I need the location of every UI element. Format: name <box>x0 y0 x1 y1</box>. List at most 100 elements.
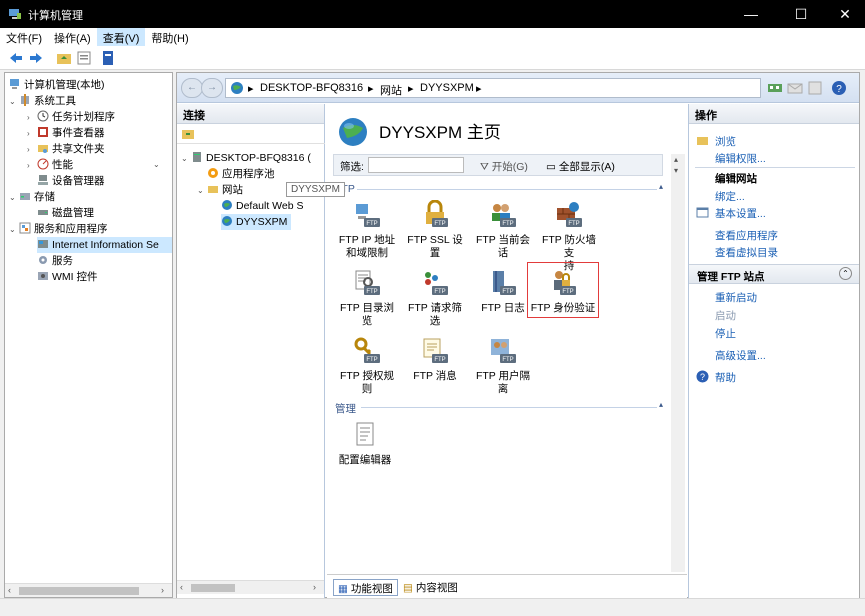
feature-ftp-request-filter[interactable]: FTP FTP 请求筛选 <box>403 268 467 328</box>
up-folder-icon[interactable] <box>56 50 72 66</box>
action-edit-permissions[interactable]: 编辑权限... <box>715 151 766 166</box>
feature-ftp-ip-restriction[interactable]: FTP FTP IP 地址 和域限制 <box>335 200 399 260</box>
tab-content-view[interactable]: ▤ 内容视图 <box>399 579 462 596</box>
tree-wmi[interactable]: WMI 控件 <box>37 269 98 285</box>
tree-performance[interactable]: › 性能 ⌄ <box>27 157 160 174</box>
feature-ftp-ssl[interactable]: FTP FTP SSL 设置 <box>403 200 467 260</box>
forward-arrow-icon[interactable] <box>28 50 44 66</box>
scroll-right-icon[interactable]: › <box>161 585 164 595</box>
settings-window-icon <box>696 207 709 218</box>
back-arrow-icon[interactable] <box>8 50 24 66</box>
scroll-right-icon[interactable]: › <box>313 582 316 592</box>
tree-disk-management[interactable]: 磁盘管理 <box>37 205 94 221</box>
chevron-right-icon[interactable]: › <box>27 158 37 174</box>
help-book-icon[interactable] <box>100 50 116 66</box>
feature-config-editor[interactable]: 配置编辑器 <box>333 420 397 467</box>
collapse-icon[interactable]: ▴ <box>659 182 663 191</box>
start-filter-button[interactable]: ⛛ 开始(G) <box>480 159 528 174</box>
tab-features-view[interactable]: ▦ 功能视图 <box>333 579 398 596</box>
help-icon[interactable]: ? <box>831 80 847 96</box>
collapse-icon[interactable]: ▴ <box>659 400 663 409</box>
chevron-down-icon[interactable]: ⌄ <box>181 151 191 167</box>
breadcrumb-sites[interactable]: 网站 <box>380 82 402 98</box>
scroll-up-icon[interactable]: ▴ <box>674 155 678 164</box>
content-view-icon: ▤ <box>403 582 416 594</box>
mail-icon[interactable] <box>787 80 803 96</box>
globe-icon <box>222 200 232 210</box>
chevron-down-icon[interactable]: ⌄ <box>197 183 207 199</box>
conn-app-pools[interactable]: 应用程序池 <box>207 166 275 182</box>
feature-ftp-dir-browse[interactable]: FTP FTP 目录浏览 <box>335 268 399 328</box>
ftp-directory-browsing-icon: FTP <box>355 270 380 295</box>
action-bindings[interactable]: 绑定... <box>715 189 745 204</box>
show-all-button[interactable]: ▭ 全部显示(A) <box>546 159 615 174</box>
breadcrumb[interactable]: ▸ DESKTOP-BFQ8316 ▸ 网站 ▸ DYYSXPM ▸ <box>225 78 761 98</box>
action-help[interactable]: 帮助 <box>715 370 736 385</box>
scrollbar-thumb[interactable] <box>19 587 139 595</box>
action-browse[interactable]: 浏览 <box>715 134 736 149</box>
menu-file[interactable]: 文件(F) <box>0 28 48 46</box>
chevron-down-icon[interactable]: ⌄ <box>153 157 160 173</box>
tree-services-apps[interactable]: ⌄ 服务和应用程序 <box>9 221 108 237</box>
forward-button[interactable]: → <box>201 78 223 98</box>
chevron-right-icon[interactable]: › <box>27 110 37 126</box>
features-vertical-scrollbar[interactable]: ▴ ▾ <box>671 154 685 572</box>
maximize-button[interactable]: ☐ <box>778 0 824 28</box>
menu-action[interactable]: 操作(A) <box>48 28 97 46</box>
tree-root[interactable]: 计算机管理(本地) <box>9 77 105 93</box>
action-stop[interactable]: 停止 <box>715 326 736 341</box>
tree-device-manager[interactable]: 设备管理器 <box>37 173 105 189</box>
back-button[interactable]: ← <box>181 78 203 98</box>
feature-ftp-user-isolation[interactable]: FTP FTP 用户隔离 <box>471 336 535 396</box>
scroll-left-icon[interactable]: ‹ <box>8 585 11 595</box>
scrollbar-thumb[interactable] <box>191 584 235 592</box>
server-icon <box>193 152 201 162</box>
tree-event-viewer[interactable]: › 事件查看器 <box>27 125 105 141</box>
refresh-icon[interactable] <box>807 80 823 96</box>
action-advanced-settings[interactable]: 高级设置... <box>715 348 766 363</box>
feature-ftp-auth[interactable]: FTP FTP 身份验证 <box>527 262 599 318</box>
chevron-down-icon[interactable]: ⌄ <box>9 190 19 206</box>
feature-ftp-log[interactable]: FTP FTP 日志 <box>471 268 535 315</box>
menu-view[interactable]: 查看(V) <box>96 28 146 46</box>
tree-horizontal-scrollbar[interactable]: ‹ › <box>5 583 172 597</box>
scroll-down-icon[interactable]: ▾ <box>674 166 678 175</box>
tree-system-tools[interactable]: ⌄ 系统工具 <box>9 93 76 109</box>
collapse-icon[interactable]: ⌃ <box>839 267 852 280</box>
tree-services[interactable]: 服务 <box>37 253 73 269</box>
breadcrumb-host[interactable]: DESKTOP-BFQ8316 <box>260 82 363 94</box>
group-manage-label[interactable]: 管理 <box>335 401 356 416</box>
menu-help[interactable]: 帮助(H) <box>145 28 194 46</box>
connections-horizontal-scrollbar[interactable]: ‹ › <box>177 580 324 594</box>
conn-default-site[interactable]: Default Web S <box>221 198 304 214</box>
feature-ftp-messages[interactable]: FTP FTP 消息 <box>403 336 467 383</box>
filter-input[interactable] <box>368 157 464 173</box>
action-basic-settings[interactable]: 基本设置... <box>715 206 766 221</box>
gear-icon <box>39 256 47 264</box>
network-icon[interactable] <box>767 80 783 96</box>
tree-storage[interactable]: ⌄ 存储 <box>9 189 55 205</box>
close-button[interactable]: ✕ <box>822 0 865 28</box>
conn-host[interactable]: ⌄ DESKTOP-BFQ8316 ( <box>181 150 311 166</box>
chevron-down-icon[interactable]: ⌄ <box>9 94 19 110</box>
minimize-button[interactable]: — <box>728 0 774 28</box>
device-manager-icon <box>38 175 48 185</box>
action-restart[interactable]: 重新启动 <box>715 290 757 305</box>
chevron-right-icon[interactable]: › <box>27 126 37 142</box>
conn-site-dyysxpm[interactable]: DYYSXPM <box>221 214 292 230</box>
connect-icon[interactable] <box>181 127 195 141</box>
tree-task-scheduler[interactable]: › 任务计划程序 <box>27 109 115 125</box>
scroll-left-icon[interactable]: ‹ <box>180 582 183 592</box>
feature-ftp-authz-rules[interactable]: FTP FTP 授权规则 <box>335 336 399 396</box>
breadcrumb-site[interactable]: DYYSXPM <box>420 82 474 94</box>
tree-iis[interactable]: Internet Information Se <box>37 237 172 253</box>
tree-shared-folders[interactable]: › 共享文件夹 <box>27 141 105 157</box>
feature-ftp-sessions[interactable]: FTP FTP 当前会话 <box>471 200 535 260</box>
action-view-applications[interactable]: 查看应用程序 <box>715 228 778 243</box>
action-view-virtual-dirs[interactable]: 查看虚拟目录 <box>715 245 778 260</box>
group-divider <box>357 189 657 190</box>
properties-icon[interactable] <box>76 50 92 66</box>
chevron-down-icon[interactable]: ⌄ <box>9 222 19 238</box>
conn-sites[interactable]: ⌄ 网站 <box>197 182 243 198</box>
chevron-right-icon[interactable]: › <box>27 142 37 158</box>
